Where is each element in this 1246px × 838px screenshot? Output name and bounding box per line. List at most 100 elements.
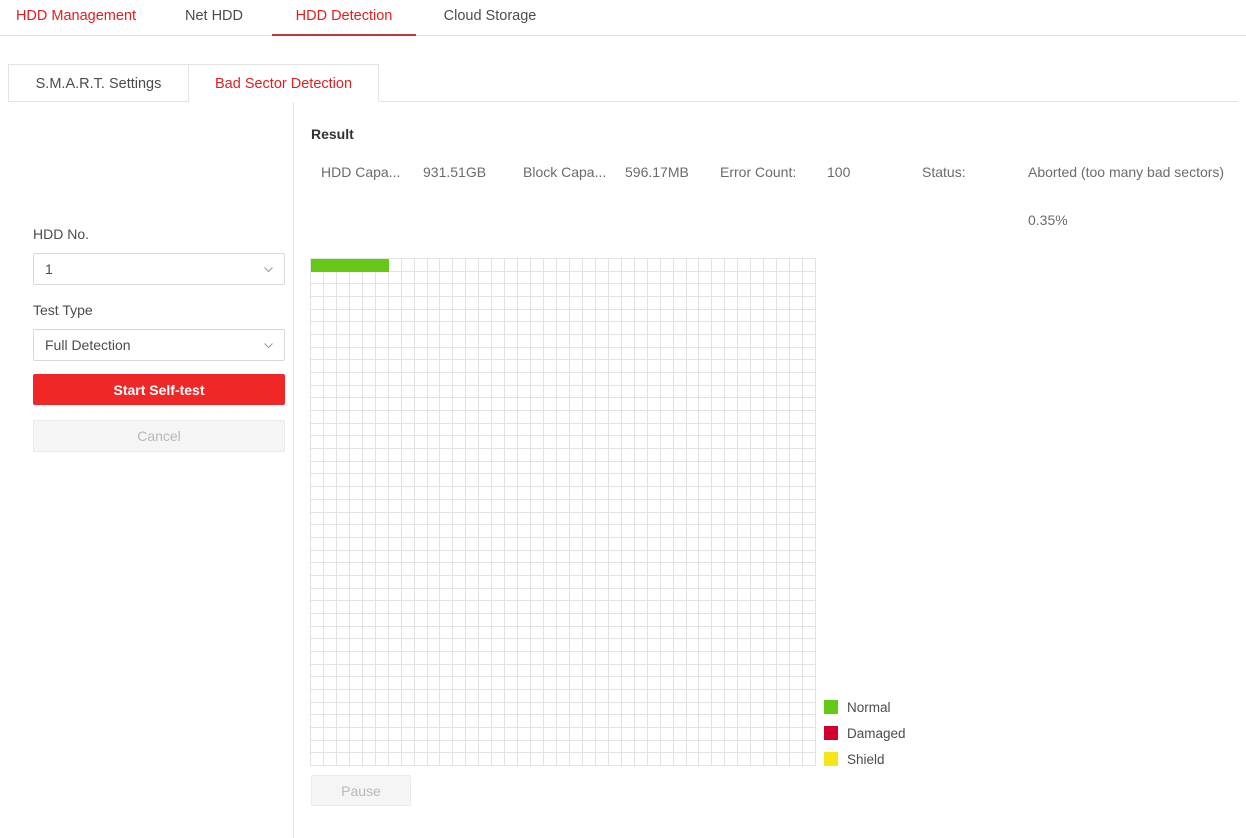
sector-cell	[402, 500, 415, 513]
sector-cell	[674, 500, 687, 513]
sector-cell	[324, 538, 337, 551]
sector-cell	[725, 360, 738, 373]
sector-cell	[311, 424, 324, 437]
sector-cell	[777, 449, 790, 462]
sector-cell	[712, 715, 725, 728]
sector-cell	[622, 424, 635, 437]
sector-cell	[389, 310, 402, 323]
sector-cell	[790, 563, 803, 576]
sector-cell	[350, 348, 363, 361]
sector-cell	[738, 703, 751, 716]
sector-cell	[803, 474, 816, 487]
sector-cell	[544, 462, 557, 475]
tab-net-hdd[interactable]: Net HDD	[168, 0, 260, 35]
tab-bad-sector-detection[interactable]: Bad Sector Detection	[188, 64, 379, 102]
hdd-no-select[interactable]: 1	[33, 253, 285, 285]
sector-cell	[712, 614, 725, 627]
sector-cell	[311, 551, 324, 564]
sector-cell	[596, 627, 609, 640]
sector-cell	[350, 639, 363, 652]
sector-cell	[324, 601, 337, 614]
sector-cell	[790, 386, 803, 399]
sector-cell	[466, 436, 479, 449]
test-type-select[interactable]: Full Detection	[33, 329, 285, 361]
sector-cell	[764, 525, 777, 538]
tab-smart-settings[interactable]: S.M.A.R.T. Settings	[8, 64, 188, 102]
sector-cell	[363, 424, 376, 437]
sector-cell	[803, 411, 816, 424]
sector-cell	[363, 272, 376, 285]
tab-hdd-management[interactable]: HDD Management	[8, 0, 144, 35]
legend: Normal Damaged Shield	[824, 694, 954, 772]
sector-cell	[751, 487, 764, 500]
sector-cell	[389, 411, 402, 424]
sector-cell	[415, 614, 428, 627]
sector-cell	[661, 487, 674, 500]
sector-cell	[725, 753, 738, 766]
sector-cell	[738, 398, 751, 411]
sector-cell	[518, 677, 531, 690]
sector-cell	[596, 487, 609, 500]
sector-cell	[350, 551, 363, 564]
sector-cell	[415, 297, 428, 310]
sector-cell	[518, 538, 531, 551]
sector-cell	[609, 335, 622, 348]
start-self-test-button[interactable]: Start Self-test	[33, 374, 285, 405]
sector-cell	[583, 449, 596, 462]
pause-button[interactable]: Pause	[311, 775, 411, 806]
sector-cell	[324, 348, 337, 361]
sector-cell	[596, 449, 609, 462]
sector-cell	[609, 373, 622, 386]
sector-cell	[738, 436, 751, 449]
sector-cell	[402, 272, 415, 285]
sector-cell	[764, 373, 777, 386]
sector-cell	[453, 462, 466, 475]
sector-cell	[648, 665, 661, 678]
sector-cell	[635, 576, 648, 589]
sector-cell	[648, 627, 661, 640]
sector-cell	[428, 500, 441, 513]
sector-cell	[440, 513, 453, 526]
panel-divider	[293, 102, 294, 838]
sector-cell	[764, 398, 777, 411]
sector-cell	[440, 348, 453, 361]
sector-cell	[350, 614, 363, 627]
sector-cell	[777, 639, 790, 652]
sector-cell	[440, 272, 453, 285]
sector-cell	[725, 436, 738, 449]
sector-cell	[466, 753, 479, 766]
sector-cell	[661, 297, 674, 310]
sector-cell	[738, 690, 751, 703]
sector-cell	[492, 386, 505, 399]
sector-cell	[803, 715, 816, 728]
sector-cell	[661, 627, 674, 640]
sector-cell	[596, 525, 609, 538]
cancel-button[interactable]: Cancel	[33, 420, 285, 452]
sector-cell	[337, 297, 350, 310]
sector-cell	[596, 551, 609, 564]
sector-cell	[376, 398, 389, 411]
sector-cell	[544, 474, 557, 487]
sector-cell	[699, 741, 712, 754]
sector-cell	[557, 500, 570, 513]
sector-cell	[466, 424, 479, 437]
tab-cloud-storage[interactable]: Cloud Storage	[428, 0, 552, 35]
sector-cell	[505, 728, 518, 741]
sector-cell	[337, 677, 350, 690]
sector-cell	[699, 373, 712, 386]
sector-cell	[635, 525, 648, 538]
legend-item: Normal	[824, 694, 954, 720]
sector-cell	[803, 297, 816, 310]
sector-cell	[803, 627, 816, 640]
sector-cell	[466, 284, 479, 297]
sector-cell	[609, 424, 622, 437]
sector-cell	[453, 386, 466, 399]
sector-cell	[415, 360, 428, 373]
sector-cell	[699, 500, 712, 513]
sector-cell	[311, 589, 324, 602]
sector-cell	[440, 589, 453, 602]
sector-cell	[389, 284, 402, 297]
sector-cell	[609, 639, 622, 652]
tab-hdd-detection[interactable]: HDD Detection	[272, 0, 416, 35]
sector-cell	[389, 677, 402, 690]
